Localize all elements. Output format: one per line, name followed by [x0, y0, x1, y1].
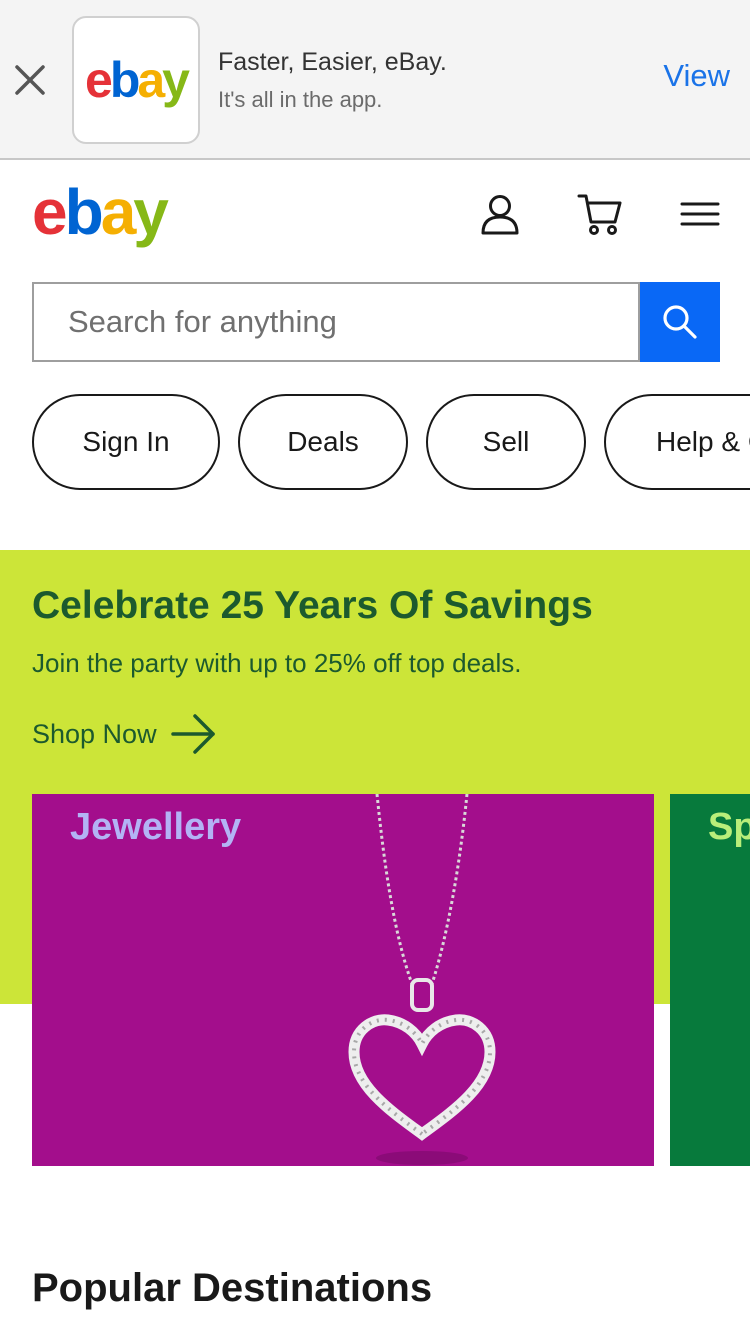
search-box — [32, 282, 640, 362]
arrow-right-icon — [170, 714, 215, 754]
account-icon[interactable] — [478, 192, 522, 236]
shop-now-label: Shop Now — [32, 718, 157, 749]
search-input[interactable] — [34, 284, 638, 360]
popular-destinations-heading: Popular Destinations — [32, 1266, 433, 1310]
shop-now-link[interactable]: Shop Now — [32, 712, 217, 756]
sell-button[interactable]: Sell — [426, 394, 586, 490]
app-icon: ebay — [72, 16, 200, 144]
ebay-logo: ebay — [85, 52, 190, 108]
category-label: Sports — [708, 806, 750, 848]
view-app-link[interactable]: View — [663, 58, 730, 94]
search-button[interactable] — [640, 282, 720, 362]
category-card-jewellery[interactable]: Jewellery — [32, 794, 654, 1166]
banner-title: Faster, Easier, eBay. — [218, 48, 447, 76]
help-button[interactable]: Help & Contact — [604, 394, 750, 490]
header-logo[interactable]: ebay — [32, 180, 169, 244]
cart-icon[interactable] — [576, 190, 622, 235]
banner-subtitle: It's all in the app. — [218, 87, 383, 112]
category-label: Jewellery — [70, 806, 242, 848]
menu-icon[interactable] — [678, 192, 722, 236]
app-install-banner: ebay Faster, Easier, eBay. It's all in t… — [0, 0, 750, 160]
page: ebay Faster, Easier, eBay. It's all in t… — [0, 0, 750, 1334]
deals-button[interactable]: Deals — [238, 394, 408, 490]
promo-subtitle: Join the party with up to 25% off top de… — [32, 648, 522, 678]
ebay-logo: ebay — [32, 176, 169, 248]
promo-title: Celebrate 25 Years Of Savings — [32, 584, 593, 627]
search-icon — [663, 305, 697, 339]
close-icon[interactable] — [12, 62, 48, 98]
necklace-image — [348, 794, 496, 1165]
category-card-sports[interactable]: Sports — [670, 794, 750, 1166]
sign-in-button[interactable]: Sign In — [32, 394, 220, 490]
